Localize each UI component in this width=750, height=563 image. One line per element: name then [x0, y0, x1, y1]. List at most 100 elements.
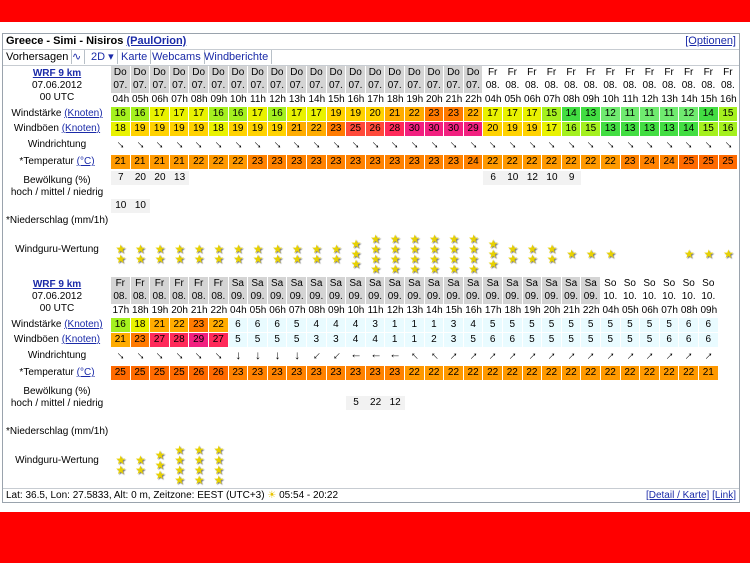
date-cell: 07.: [365, 79, 386, 93]
day-cell: Fr: [718, 66, 739, 80]
temperature-cell: 22: [209, 155, 229, 169]
temperature-cell: 22: [503, 366, 523, 380]
location-info: Lat: 36.5, Lon: 27.5833, Alt: 0 m, Zeitz…: [6, 490, 339, 501]
rating-cell: ★ ★: [327, 243, 347, 268]
rating-cell: ★ ★: [131, 454, 151, 479]
date-cell: 09.: [346, 290, 366, 304]
star-icon: ★: [311, 252, 323, 266]
star-icon: ★: [487, 257, 499, 271]
day-cell: Fr: [561, 66, 582, 80]
star-icon: ★: [272, 252, 283, 266]
wind-speed-cell: 22: [169, 318, 190, 332]
tab-webcams[interactable]: Webcams: [149, 50, 205, 64]
day-cell: So: [679, 277, 699, 291]
wind-gust-cell: 5: [248, 333, 268, 347]
date-cell: 08.: [659, 79, 680, 93]
table1-wind-speed-label-unit-link[interactable]: (Knoten): [64, 108, 102, 119]
detail-map-link[interactable]: [Detail / Karte]: [646, 490, 709, 501]
permalink[interactable]: [Link]: [712, 490, 736, 501]
cloud-cover-cell: 20: [130, 171, 151, 185]
date-cell: 07.: [405, 79, 425, 93]
table2-temp-unit-link[interactable]: (°C): [77, 367, 95, 378]
day-cell: Sa: [307, 277, 327, 291]
rating-cell: ★ ★: [229, 243, 249, 268]
tab-map[interactable]: Karte: [118, 50, 152, 64]
date-cell: 09.: [326, 290, 347, 304]
wind-gust-cell: 5: [542, 333, 562, 347]
table1-precip-label: *Niederschlag (mm/1h): [6, 215, 109, 226]
rating-cell: ★ ★ ★ ★: [464, 233, 484, 278]
table2-run-time: 00 UTC: [39, 303, 75, 314]
hour-cell: 11h: [250, 94, 266, 105]
rating-cell: ★ ★ ★ ★: [444, 233, 464, 278]
temperature-cell: 22: [679, 366, 699, 380]
wind-speed-cell: 22: [463, 107, 484, 121]
wind-speed-cell: 12: [679, 107, 699, 121]
wind-speed-cell: 16: [209, 107, 229, 121]
star-icon: ★: [448, 262, 460, 276]
wind-speed-cell: 15: [718, 107, 739, 121]
options-link[interactable]: [Optionen]: [685, 35, 736, 47]
wind-speed-cell: 22: [209, 318, 229, 332]
temperature-cell: 23: [267, 155, 288, 169]
wind-speed-cell: 5: [287, 318, 307, 332]
star-icon: ★: [723, 247, 734, 261]
table1-model-link[interactable]: WRF 9 km: [3, 66, 111, 80]
hour-cell: 22h: [210, 305, 228, 316]
hour-cell: 08h: [190, 94, 208, 105]
temperature-cell: 23: [365, 155, 386, 169]
wind-speed-cell: 5: [561, 318, 582, 332]
day-cell: Do: [287, 66, 307, 80]
wind-direction-arrow-icon: ↓: [274, 348, 281, 362]
day-cell: Sa: [287, 277, 307, 291]
temperature-cell: 23: [444, 155, 464, 169]
rating-cell: ★ ★: [111, 454, 131, 479]
cloud-cover-cell: 5: [346, 396, 366, 410]
day-cell: Sa: [248, 277, 268, 291]
temperature-cell: 22: [483, 155, 503, 169]
date-cell: 09.: [542, 290, 562, 304]
wind-gust-cell: 4: [346, 333, 366, 347]
wind-speed-cell: 16: [267, 107, 288, 121]
day-cell: Do: [267, 66, 288, 80]
hour-cell: 05h: [504, 94, 522, 105]
table2-wind-gusts-label-unit-link[interactable]: (Knoten): [62, 334, 100, 345]
tab-graph[interactable]: ∿: [69, 50, 86, 64]
user-link[interactable]: (PaulOrion): [126, 35, 186, 47]
day-cell: So: [699, 277, 719, 291]
temperature-cell: 23: [307, 366, 327, 380]
table2-model-link[interactable]: WRF 9 km: [3, 277, 111, 291]
wind-speed-cell: 1: [424, 318, 445, 332]
day-cell: Sa: [522, 277, 543, 291]
day-cell: Sa: [424, 277, 445, 291]
date-cell: 08.: [640, 79, 660, 93]
date-cell: 10.: [699, 290, 719, 304]
table1-wind-gusts-label-unit-link[interactable]: (Knoten): [62, 123, 100, 134]
wind-gust-cell: 6: [503, 333, 523, 347]
wind-gust-cell: 5: [581, 333, 601, 347]
table1-temp-unit-link[interactable]: (°C): [77, 156, 95, 167]
hour-cell: 09h: [210, 94, 228, 105]
day-cell: Do: [463, 66, 484, 80]
hour-cell: 22h: [582, 305, 600, 316]
hour-cell: 08h: [680, 305, 698, 316]
star-icon: ★: [389, 262, 401, 276]
wind-speed-cell: 5: [659, 318, 680, 332]
table2-run-date: 07.06.2012: [31, 291, 83, 302]
wind-speed-cell: 5: [483, 318, 503, 332]
tab-forecasts[interactable]: Vorhersagen: [3, 50, 73, 64]
tab-2d[interactable]: 2D ▾: [88, 50, 118, 64]
hour-cell: 17h: [112, 305, 130, 316]
hour-cell: 12h: [269, 94, 286, 105]
wind-speed-cell: 15: [542, 107, 562, 121]
tab-wind-reports[interactable]: Windberichte: [201, 50, 273, 64]
hour-cell: 16h: [465, 305, 482, 316]
hour-cell: 08h: [563, 94, 580, 105]
wind-direction-arrow-icon: ↓: [642, 349, 657, 364]
temperature-cell: 23: [287, 366, 307, 380]
table2-clouds-label: Bewölkung (%) hoch / mittel / niedrig: [10, 386, 104, 409]
wind-speed-cell: 5: [620, 318, 641, 332]
table2-wind-speed-label-unit-link[interactable]: (Knoten): [64, 319, 102, 330]
day-cell: Sa: [326, 277, 347, 291]
day-cell: So: [620, 277, 641, 291]
